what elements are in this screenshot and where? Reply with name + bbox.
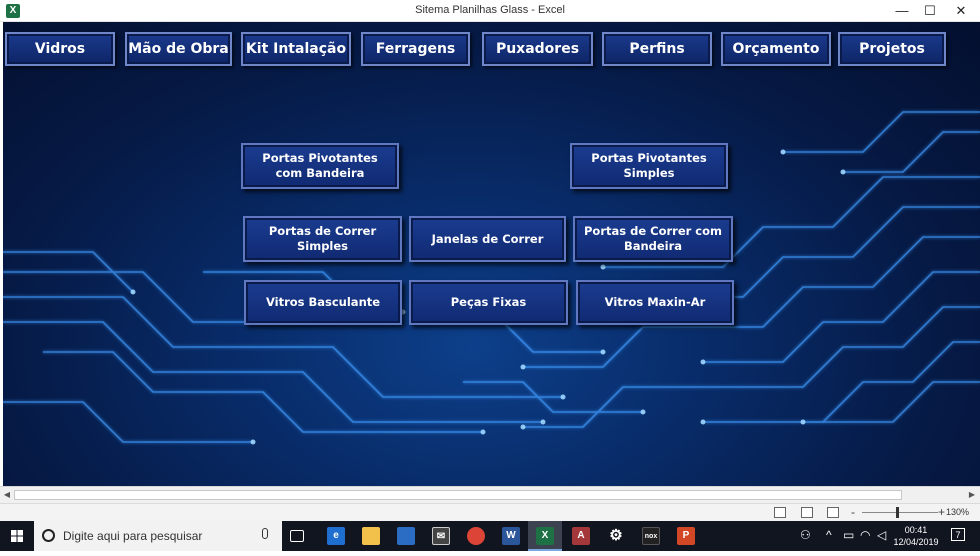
mail-icon[interactable]: ✉ xyxy=(432,527,450,545)
clock-time: 00:41 xyxy=(904,525,928,535)
portas-correr-simples-button[interactable]: Portas de Correr Simples xyxy=(243,216,402,262)
zoom-in-button[interactable]: + xyxy=(938,505,945,519)
nav-orcamento-button[interactable]: Orçamento xyxy=(721,32,831,66)
access-icon[interactable]: A xyxy=(572,527,590,545)
task-view-icon[interactable] xyxy=(290,530,304,542)
settings-icon[interactable]: ⚙ xyxy=(607,527,625,545)
volume-icon[interactable]: ◁ xyxy=(877,528,886,542)
taskbar-clock[interactable]: 00:41 12/04/2019 xyxy=(892,524,940,548)
nav-vidros-button[interactable]: Vidros xyxy=(5,32,115,66)
start-button[interactable] xyxy=(0,521,34,551)
normal-view-icon[interactable] xyxy=(774,507,786,518)
status-bar: - + 130% xyxy=(0,503,980,521)
zoom-level[interactable]: 130% xyxy=(946,507,969,517)
chrome-icon[interactable] xyxy=(467,527,485,545)
battery-icon[interactable]: ▭ xyxy=(843,528,854,542)
clock-date: 12/04/2019 xyxy=(893,537,939,547)
scroll-right-icon[interactable]: ▶ xyxy=(966,489,978,501)
windows-icon xyxy=(11,530,23,542)
zoom-slider[interactable] xyxy=(862,512,938,513)
nav-kit-instalacao-button[interactable]: Kit Intalação xyxy=(241,32,351,66)
dashboard-sheet: Vidros Mão de Obra Kit Intalação Ferrage… xyxy=(3,22,980,486)
window-title: Sitema Planilhas Glass - Excel xyxy=(415,4,565,16)
pecas-fixas-button[interactable]: Peças Fixas xyxy=(409,280,568,325)
nav-ferragens-button[interactable]: Ferragens xyxy=(361,32,470,66)
portas-pivotantes-simples-button[interactable]: Portas Pivotantes Simples xyxy=(570,143,728,189)
page-layout-view-icon[interactable] xyxy=(801,507,813,518)
vitros-basculante-button[interactable]: Vitros Basculante xyxy=(244,280,402,325)
horizontal-scrollbar[interactable]: ◀ ▶ xyxy=(0,486,980,503)
scroll-left-icon[interactable]: ◀ xyxy=(1,489,13,501)
file-explorer-icon[interactable] xyxy=(362,527,380,545)
zoom-out-button[interactable]: - xyxy=(851,505,855,519)
edge-icon[interactable]: e xyxy=(327,527,345,545)
search-placeholder[interactable]: Digite aqui para pesquisar xyxy=(63,529,202,543)
powerpoint-icon[interactable]: P xyxy=(677,527,695,545)
zoom-slider-knob[interactable] xyxy=(896,507,899,518)
nox-icon[interactable]: nox xyxy=(642,527,660,545)
excel-taskbar-icon[interactable]: X xyxy=(536,527,554,545)
close-button[interactable]: ✕ xyxy=(942,0,980,22)
network-icon[interactable]: ◠ xyxy=(860,528,870,542)
microphone-icon[interactable] xyxy=(262,528,268,539)
show-hidden-icons-icon[interactable]: ^ xyxy=(826,528,832,542)
nav-perfins-button[interactable]: Perfins xyxy=(602,32,712,66)
portas-correr-bandeira-button[interactable]: Portas de Correr com Bandeira xyxy=(573,216,733,262)
page-break-view-icon[interactable] xyxy=(827,507,839,518)
cortana-icon xyxy=(42,529,55,542)
taskbar-search[interactable]: Digite aqui para pesquisar xyxy=(34,521,282,551)
janelas-correr-button[interactable]: Janelas de Correr xyxy=(409,216,566,262)
scroll-thumb[interactable] xyxy=(14,490,902,500)
notifications-icon[interactable]: 7 xyxy=(951,528,965,541)
taskbar: Digite aqui para pesquisar e ✉ W X A ⚙ n… xyxy=(0,521,980,551)
word-icon[interactable]: W xyxy=(502,527,520,545)
nav-projetos-button[interactable]: Projetos xyxy=(838,32,946,66)
title-bar: X Sitema Planilhas Glass - Excel — ☐ ✕ xyxy=(0,0,980,22)
vitros-maxin-ar-button[interactable]: Vitros Maxin-Ar xyxy=(576,280,734,325)
nav-puxadores-button[interactable]: Puxadores xyxy=(482,32,593,66)
nav-mao-de-obra-button[interactable]: Mão de Obra xyxy=(125,32,232,66)
people-icon[interactable]: ⚇ xyxy=(800,528,811,542)
store-icon[interactable] xyxy=(397,527,415,545)
portas-pivotantes-bandeira-button[interactable]: Portas Pivotantes com Bandeira xyxy=(241,143,399,189)
